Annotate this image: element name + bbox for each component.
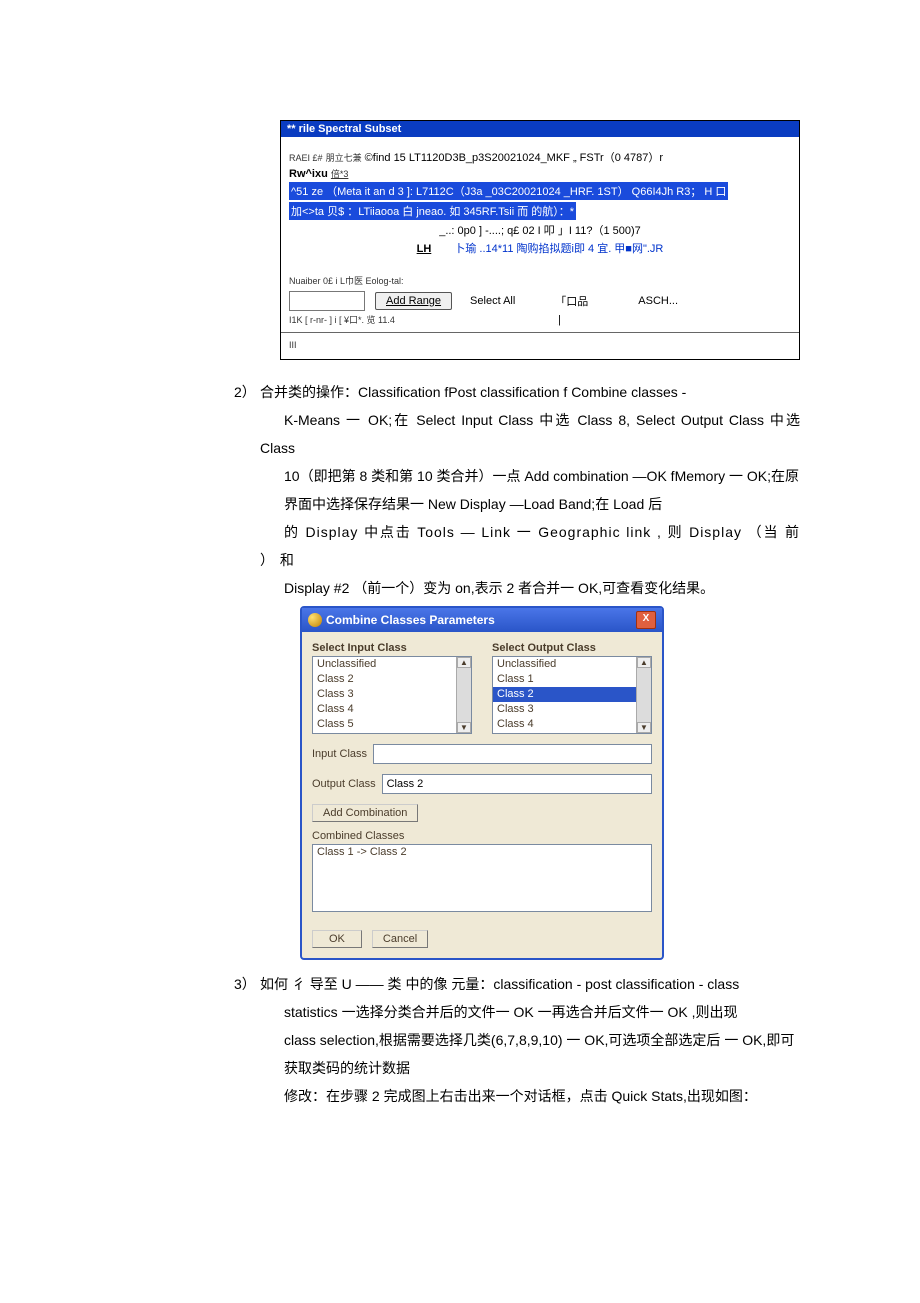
nuaiber-label: Nuaiber 0£ i L巾医 Eolog-tal: <box>289 276 404 286</box>
dialog-titlebar: Combine Classes Parameters X <box>302 608 662 632</box>
caret: | <box>558 314 561 326</box>
paragraph-2: 2）合并类的操作：Classification fPost classifica… <box>260 378 800 602</box>
text: 倍*3 <box>331 169 349 179</box>
text: 界面中选择保存结果一 New Display —Load Band;在 Load… <box>284 496 662 512</box>
list-number: 3） <box>234 970 260 998</box>
select-all-button[interactable]: Select All <box>470 295 515 307</box>
select-input-class-label: Select Input Class <box>312 642 472 654</box>
text: Display #2 （前一个）变为 on,表示 2 者合并一 OK,可查看变化… <box>284 580 714 596</box>
combine-classes-dialog: Combine Classes Parameters X Select Inpu… <box>300 606 664 960</box>
scrollbar[interactable] <box>456 657 471 733</box>
app-icon <box>308 613 322 627</box>
text: _..: 0p0 ] -....; q£ 02 I 叩 」I 11?（1 500… <box>439 225 641 237</box>
text: 卜瑜 ..14*11 陶购掐拟题i即 4 宜. 甲■网".JR <box>454 243 663 255</box>
text: 修改：在步骤 2 完成图上右击出来一个对话框，点击 Quick Stats,出现… <box>284 1088 757 1104</box>
paragraph-3: 3）如何 彳 导至 U —— 类 中的像 元量：classification -… <box>260 970 800 1110</box>
ok-button[interactable]: OK <box>312 930 362 948</box>
input-class-field[interactable] <box>373 744 652 764</box>
spectral-title: ** rile Spectral Subset <box>281 121 799 137</box>
combined-entry: Class 1 -> Class 2 <box>317 846 647 858</box>
scrollbar[interactable] <box>636 657 651 733</box>
selected-row[interactable]: ^51 ze （Meta it an d 3 ]: L7112C（J3a _03… <box>289 182 728 200</box>
list-item[interactable]: Class 2 <box>313 672 471 687</box>
text: 的 Display 中点击 Tools — Link 一 Geographic … <box>260 524 800 568</box>
text: 合并类的操作：Classification fPost classificati… <box>260 384 686 400</box>
add-range-button[interactable]: Add Range <box>375 292 452 310</box>
output-class-field-label: Output Class <box>312 778 376 790</box>
text: 朋立七兼 <box>326 153 362 163</box>
list-item[interactable]: Class 5 <box>313 717 471 732</box>
text: 获取类码的统计数据 <box>284 1060 410 1076</box>
output-class-field[interactable] <box>382 774 652 794</box>
text: LH <box>417 243 432 255</box>
text: statistics 一选择分类合并后的文件一 OK 一再选合并后文件一 OK … <box>284 1004 737 1020</box>
cancel-button[interactable]: Cancel <box>372 930 428 948</box>
range-input[interactable] <box>289 291 365 311</box>
list-item[interactable]: Class 3 <box>313 687 471 702</box>
text: class selection,根据需要选择几类(6,7,8,9,10) 一 O… <box>284 1032 794 1048</box>
input-class-listbox[interactable]: Unclassified Class 2 Class 3 Class 4 Cla… <box>312 656 472 734</box>
text: 10（即把第 8 类和第 10 类合并）一点 Add combination —… <box>284 468 799 484</box>
close-icon[interactable]: X <box>636 611 656 629</box>
asch-button[interactable]: ASCH... <box>638 295 678 307</box>
divider <box>281 332 799 333</box>
select-output-class-label: Select Output Class <box>492 642 652 654</box>
add-combination-button[interactable]: Add Combination <box>312 804 418 822</box>
combined-classes-label: Combined Classes <box>312 830 652 842</box>
input-class-field-label: Input Class <box>312 748 367 760</box>
dialog-title: Combine Classes Parameters <box>326 613 495 627</box>
text: ©find 15 LT1120D3B_p3S20021024_MKF „ FST… <box>365 152 663 164</box>
list-item[interactable]: Class 4 <box>313 702 471 717</box>
glyph: 「口品 <box>555 293 588 309</box>
list-item[interactable]: Unclassified <box>493 657 651 672</box>
text: 如何 彳 导至 U —— 类 中的像 元量：classification - p… <box>260 976 739 992</box>
text: I1K [ r-nr- ] i [ ¥口*. 览 11.4 <box>289 315 395 325</box>
text: K-Means 一 OK;在 Select Input Class 中选 Cla… <box>260 412 800 456</box>
text: III <box>289 340 297 350</box>
list-number: 2） <box>234 378 260 406</box>
list-item[interactable]: Class 3 <box>493 702 651 717</box>
selected-row[interactable]: 加<>ta 贝$ ：LTiiaooa 白 jneao. 如 345RF.Tsii… <box>289 202 576 220</box>
combined-classes-box: Class 1 -> Class 2 <box>312 844 652 912</box>
list-item[interactable]: Unclassified <box>313 657 471 672</box>
list-item[interactable]: Class 1 <box>493 672 651 687</box>
output-class-listbox[interactable]: Unclassified Class 1 Class 2 Class 3 Cla… <box>492 656 652 734</box>
spectral-subset-panel: ** rile Spectral Subset RAEI £# 朋立七兼 ©fi… <box>280 120 800 360</box>
list-item-selected[interactable]: Class 2 <box>493 687 651 702</box>
text: Rw^ixu <box>289 168 328 180</box>
list-item[interactable]: Class 4 <box>493 717 651 732</box>
text: RAEI £# <box>289 153 323 163</box>
